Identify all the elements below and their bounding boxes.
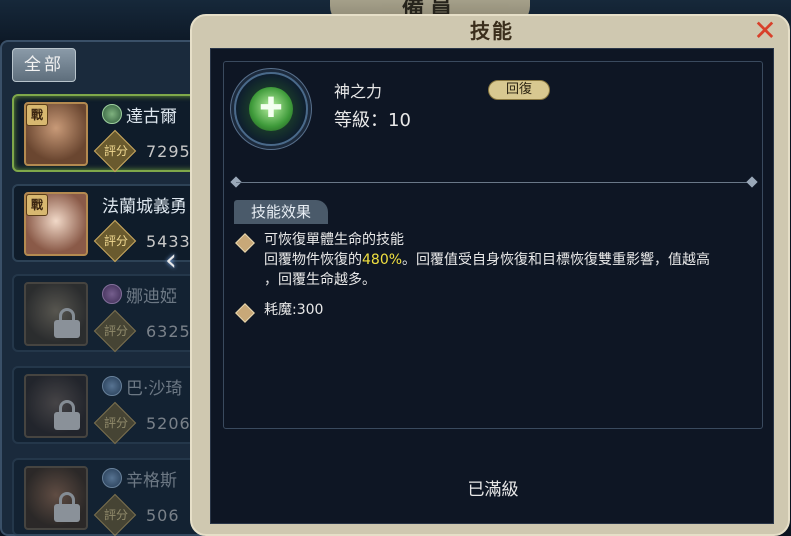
lock-icon bbox=[54, 308, 80, 338]
section-label-effect: 技能效果 bbox=[234, 200, 328, 224]
score-label: 評分 bbox=[103, 324, 128, 338]
effect-line: ，回覆生命越多。 bbox=[264, 272, 376, 288]
hero-name: 法蘭城義勇 bbox=[102, 197, 187, 217]
max-level-status: 已滿級 bbox=[467, 480, 519, 500]
skill-info-frame: ✚ 神之力 回復 等級：10 技能效果 可恢復單體生命的技能 回覆物件恢復的48… bbox=[223, 61, 763, 429]
hero-name: 巴·沙琦 bbox=[126, 379, 183, 399]
divider bbox=[236, 182, 752, 183]
element-icon bbox=[102, 104, 122, 124]
element-icon bbox=[102, 468, 122, 488]
lock-icon bbox=[54, 492, 80, 522]
hero-portrait bbox=[24, 374, 88, 438]
skill-dialog: 技能 ✕ ✚ 神之力 回復 等級：10 技能效果 可恢復單體生命的技能 回覆物件… bbox=[190, 14, 790, 536]
score-value: 506 bbox=[146, 506, 180, 525]
mana-cost: 耗魔:300 bbox=[264, 302, 324, 318]
skill-type-badge: 回復 bbox=[488, 80, 550, 100]
score-value: 6325 bbox=[146, 322, 191, 341]
hero-card[interactable]: 戰 達古爾 評分 7295 bbox=[12, 94, 202, 173]
effect-highlight-value: 480% bbox=[362, 252, 403, 268]
skill-name: 神之力 bbox=[334, 82, 383, 101]
close-icon[interactable]: ✕ bbox=[752, 17, 778, 45]
fist-heal-icon: ✚ bbox=[249, 87, 293, 131]
bullet-diamond-icon bbox=[235, 303, 255, 323]
element-icon bbox=[102, 376, 122, 396]
hero-card-locked[interactable]: 娜迪婭 評分 6325 bbox=[12, 274, 202, 353]
hero-name: 娜迪婭 bbox=[126, 287, 177, 307]
hero-portrait bbox=[24, 466, 88, 530]
lock-icon bbox=[54, 400, 80, 430]
class-badge: 戰 bbox=[26, 194, 48, 216]
score-value: 7295 bbox=[146, 142, 191, 161]
dialog-body: ✚ 神之力 回復 等級：10 技能效果 可恢復單體生命的技能 回覆物件恢復的48… bbox=[210, 48, 774, 524]
score-label: 評分 bbox=[103, 508, 128, 522]
score-label: 評分 bbox=[103, 234, 128, 248]
class-badge: 戰 bbox=[26, 104, 48, 126]
dialog-title: 技能 bbox=[470, 19, 514, 43]
hero-card-locked[interactable]: 辛格斯 評分 506 bbox=[12, 458, 202, 536]
score-label: 評分 bbox=[103, 144, 128, 158]
hero-portrait bbox=[24, 282, 88, 346]
effect-line: 回覆物件恢復的480%。回覆值受自身恢復和目標恢復雙重影響，值越高 bbox=[264, 252, 711, 268]
score-value: 5206 bbox=[146, 414, 191, 433]
skill-level: 等級：10 bbox=[334, 110, 411, 131]
bullet-diamond-icon bbox=[235, 233, 255, 253]
hero-name: 辛格斯 bbox=[126, 471, 177, 491]
skill-icon-frame: ✚ bbox=[234, 72, 308, 146]
hero-card-locked[interactable]: 巴·沙琦 評分 5206 bbox=[12, 366, 202, 445]
divider-cap-right bbox=[746, 176, 758, 188]
back-arrow-icon[interactable]: ‹ bbox=[156, 246, 186, 276]
hero-name: 達古爾 bbox=[126, 107, 177, 127]
effect-line: 可恢復單體生命的技能 bbox=[264, 232, 404, 248]
element-icon bbox=[102, 284, 122, 304]
tab-all[interactable]: 全部 bbox=[12, 48, 76, 82]
score-label: 評分 bbox=[103, 416, 128, 430]
